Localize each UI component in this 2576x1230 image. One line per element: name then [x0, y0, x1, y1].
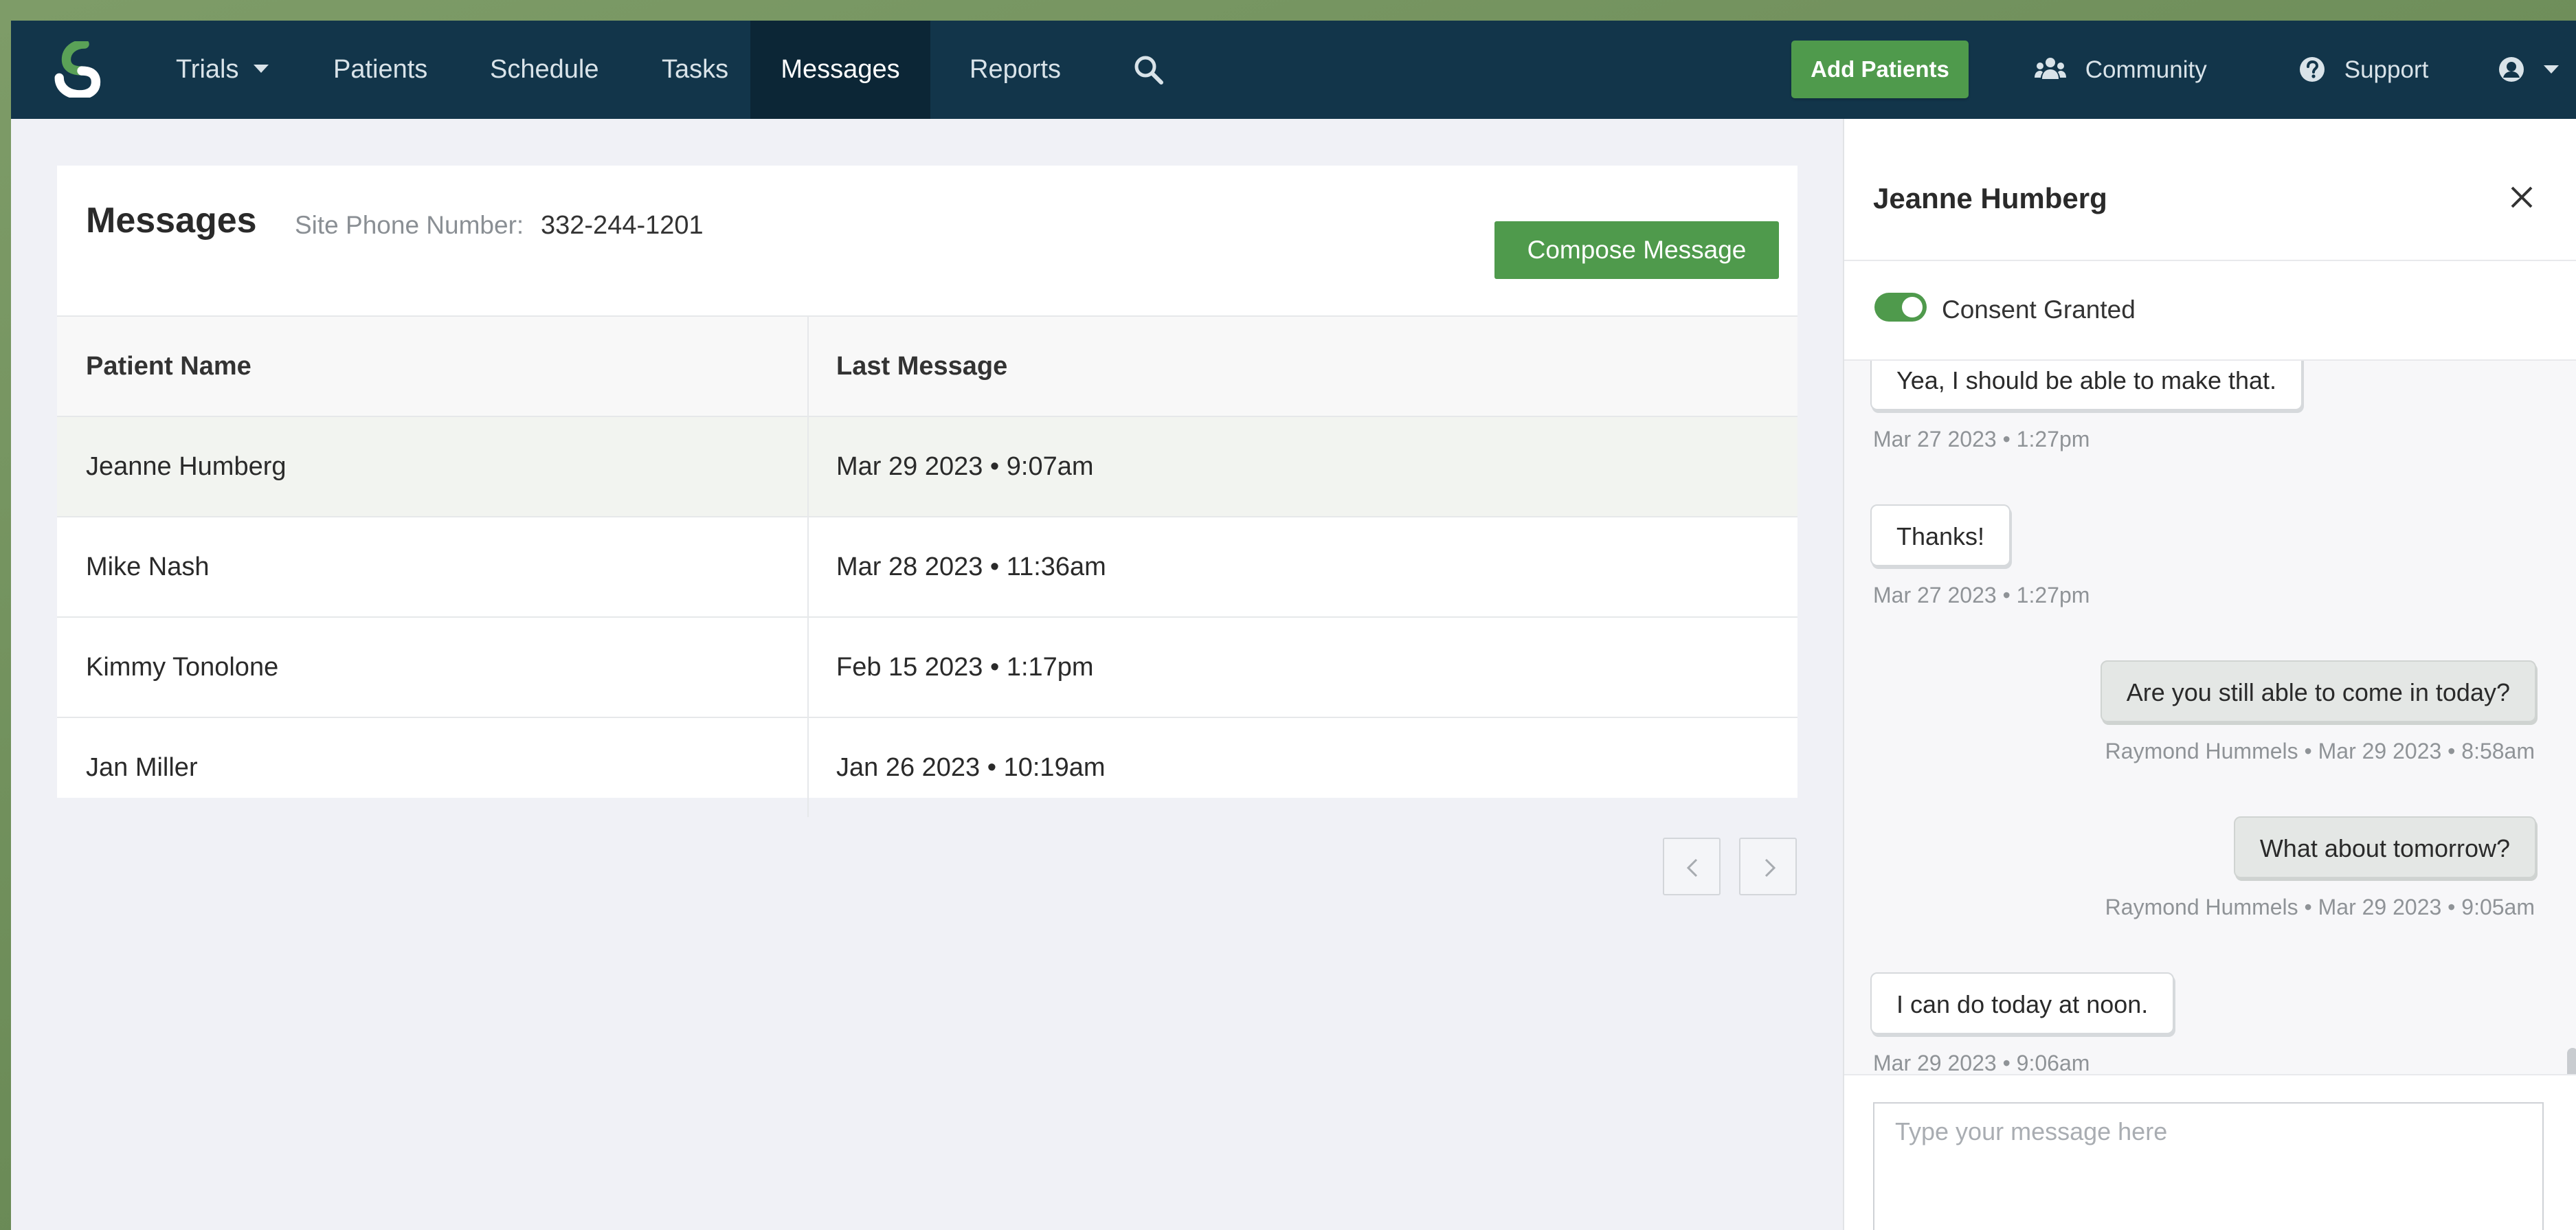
table-row[interactable]: Kimmy Tonolone Feb 15 2023 • 1:17pm [57, 616, 1797, 717]
message-bubble-incoming: I can do today at noon. [1870, 972, 2175, 1034]
column-divider [807, 718, 809, 817]
column-divider [807, 317, 809, 416]
close-icon[interactable] [2508, 183, 2535, 211]
last-message-cell: Jan 26 2023 • 10:19am [836, 753, 1106, 782]
community-label: Community [2085, 56, 2207, 83]
app-logo-icon[interactable] [54, 41, 110, 98]
nav-patients-label: Patients [333, 55, 428, 84]
messages-card: Messages Site Phone Number: 332-244-1201… [57, 166, 1797, 817]
message-meta: Mar 27 2023 • 1:27pm [1873, 427, 2090, 451]
chevron-right-icon [1765, 858, 1776, 877]
question-circle-icon [2300, 56, 2325, 82]
message-bubble-outgoing: What about tomorrow? [2233, 816, 2536, 878]
toggle-knob [1902, 297, 1923, 317]
chevron-down-icon [254, 64, 269, 73]
site-phone-label: Site Phone Number: [295, 211, 524, 239]
nav-reports[interactable]: Reports [957, 21, 1073, 119]
patient-name-cell: Jeanne Humberg [86, 452, 287, 481]
divider [1844, 260, 2576, 261]
patient-name-cell: Mike Nash [86, 552, 210, 581]
nav-schedule-label: Schedule [490, 55, 599, 84]
message-input[interactable] [1873, 1102, 2544, 1230]
column-divider [807, 417, 809, 516]
chevron-left-icon [1686, 858, 1698, 877]
nav-tasks-label: Tasks [662, 55, 729, 84]
column-divider [807, 517, 809, 616]
message-bubble-incoming: Yea, I should be able to make that. [1870, 361, 2303, 410]
last-message-cell: Mar 28 2023 • 11:36am [836, 552, 1106, 581]
top-navbar: Trials Patients Schedule Tasks Messages … [11, 21, 2576, 119]
table-row[interactable]: Jeanne Humberg Mar 29 2023 • 9:07am [57, 416, 1797, 516]
nav-community[interactable]: Community [2035, 21, 2207, 119]
conversation-title: Jeanne Humberg [1873, 182, 2107, 214]
previous-page-button[interactable] [1663, 838, 1721, 895]
column-header-last-message[interactable]: Last Message [836, 317, 1007, 416]
chevron-down-icon [2543, 65, 2559, 74]
nav-reports-label: Reports [970, 55, 1062, 84]
user-avatar-icon [2499, 56, 2524, 82]
last-message-cell: Feb 15 2023 • 1:17pm [836, 653, 1094, 682]
user-menu[interactable] [2498, 21, 2559, 119]
message-meta: Raymond Hummels • Mar 29 2023 • 8:58am [2105, 739, 2535, 763]
last-message-cell: Mar 29 2023 • 9:07am [836, 452, 1094, 481]
column-header-patient-name[interactable]: Patient Name [86, 317, 251, 416]
nav-trials[interactable]: Trials [164, 21, 281, 119]
scrollbar[interactable] [2567, 1048, 2576, 1074]
table-row[interactable]: Jan Miller Jan 26 2023 • 10:19am [57, 717, 1797, 817]
consent-toggle[interactable] [1874, 293, 1927, 322]
support-label: Support [2344, 56, 2429, 83]
conversation-panel: Jeanne Humberg Consent Granted Yea, I sh… [1843, 119, 2576, 1230]
add-patients-button[interactable]: Add Patients [1791, 41, 1969, 98]
page-title: Messages [86, 201, 257, 241]
next-page-button[interactable] [1739, 838, 1797, 895]
message-meta: Raymond Hummels • Mar 29 2023 • 9:05am [2105, 895, 2535, 919]
nav-schedule[interactable]: Schedule [478, 21, 611, 119]
consent-label: Consent Granted [1942, 295, 2136, 324]
message-bubble-incoming: Thanks! [1870, 504, 2011, 566]
app-window: Trials Patients Schedule Tasks Messages … [11, 21, 2576, 1230]
community-icon [2035, 57, 2066, 79]
compose-message-button[interactable]: Compose Message [1494, 221, 1779, 279]
message-meta: Mar 29 2023 • 9:06am [1873, 1051, 2090, 1074]
nav-tasks[interactable]: Tasks [649, 21, 741, 119]
patient-name-cell: Jan Miller [86, 753, 198, 782]
patient-name-cell: Kimmy Tonolone [86, 653, 279, 682]
site-phone-number: 332-244-1201 [541, 211, 704, 240]
message-bubble-outgoing: Are you still able to come in today? [2100, 660, 2536, 722]
nav-patients[interactable]: Patients [321, 21, 440, 119]
nav-trials-label: Trials [176, 55, 239, 84]
messages-table: Patient Name Last Message Jeanne Humberg… [57, 315, 1797, 817]
nav-messages-label: Messages [781, 55, 900, 84]
message-meta: Mar 27 2023 • 1:27pm [1873, 583, 2090, 607]
divider [1844, 1074, 2576, 1075]
column-divider [807, 618, 809, 717]
table-row[interactable]: Mike Nash Mar 28 2023 • 11:36am [57, 516, 1797, 616]
search-icon[interactable] [1131, 52, 1167, 88]
nav-support[interactable]: Support [2299, 21, 2428, 119]
nav-messages[interactable]: Messages [750, 21, 930, 119]
message-thread[interactable]: Yea, I should be able to make that. Mar … [1844, 361, 2576, 1074]
table-header-row: Patient Name Last Message [57, 315, 1797, 416]
